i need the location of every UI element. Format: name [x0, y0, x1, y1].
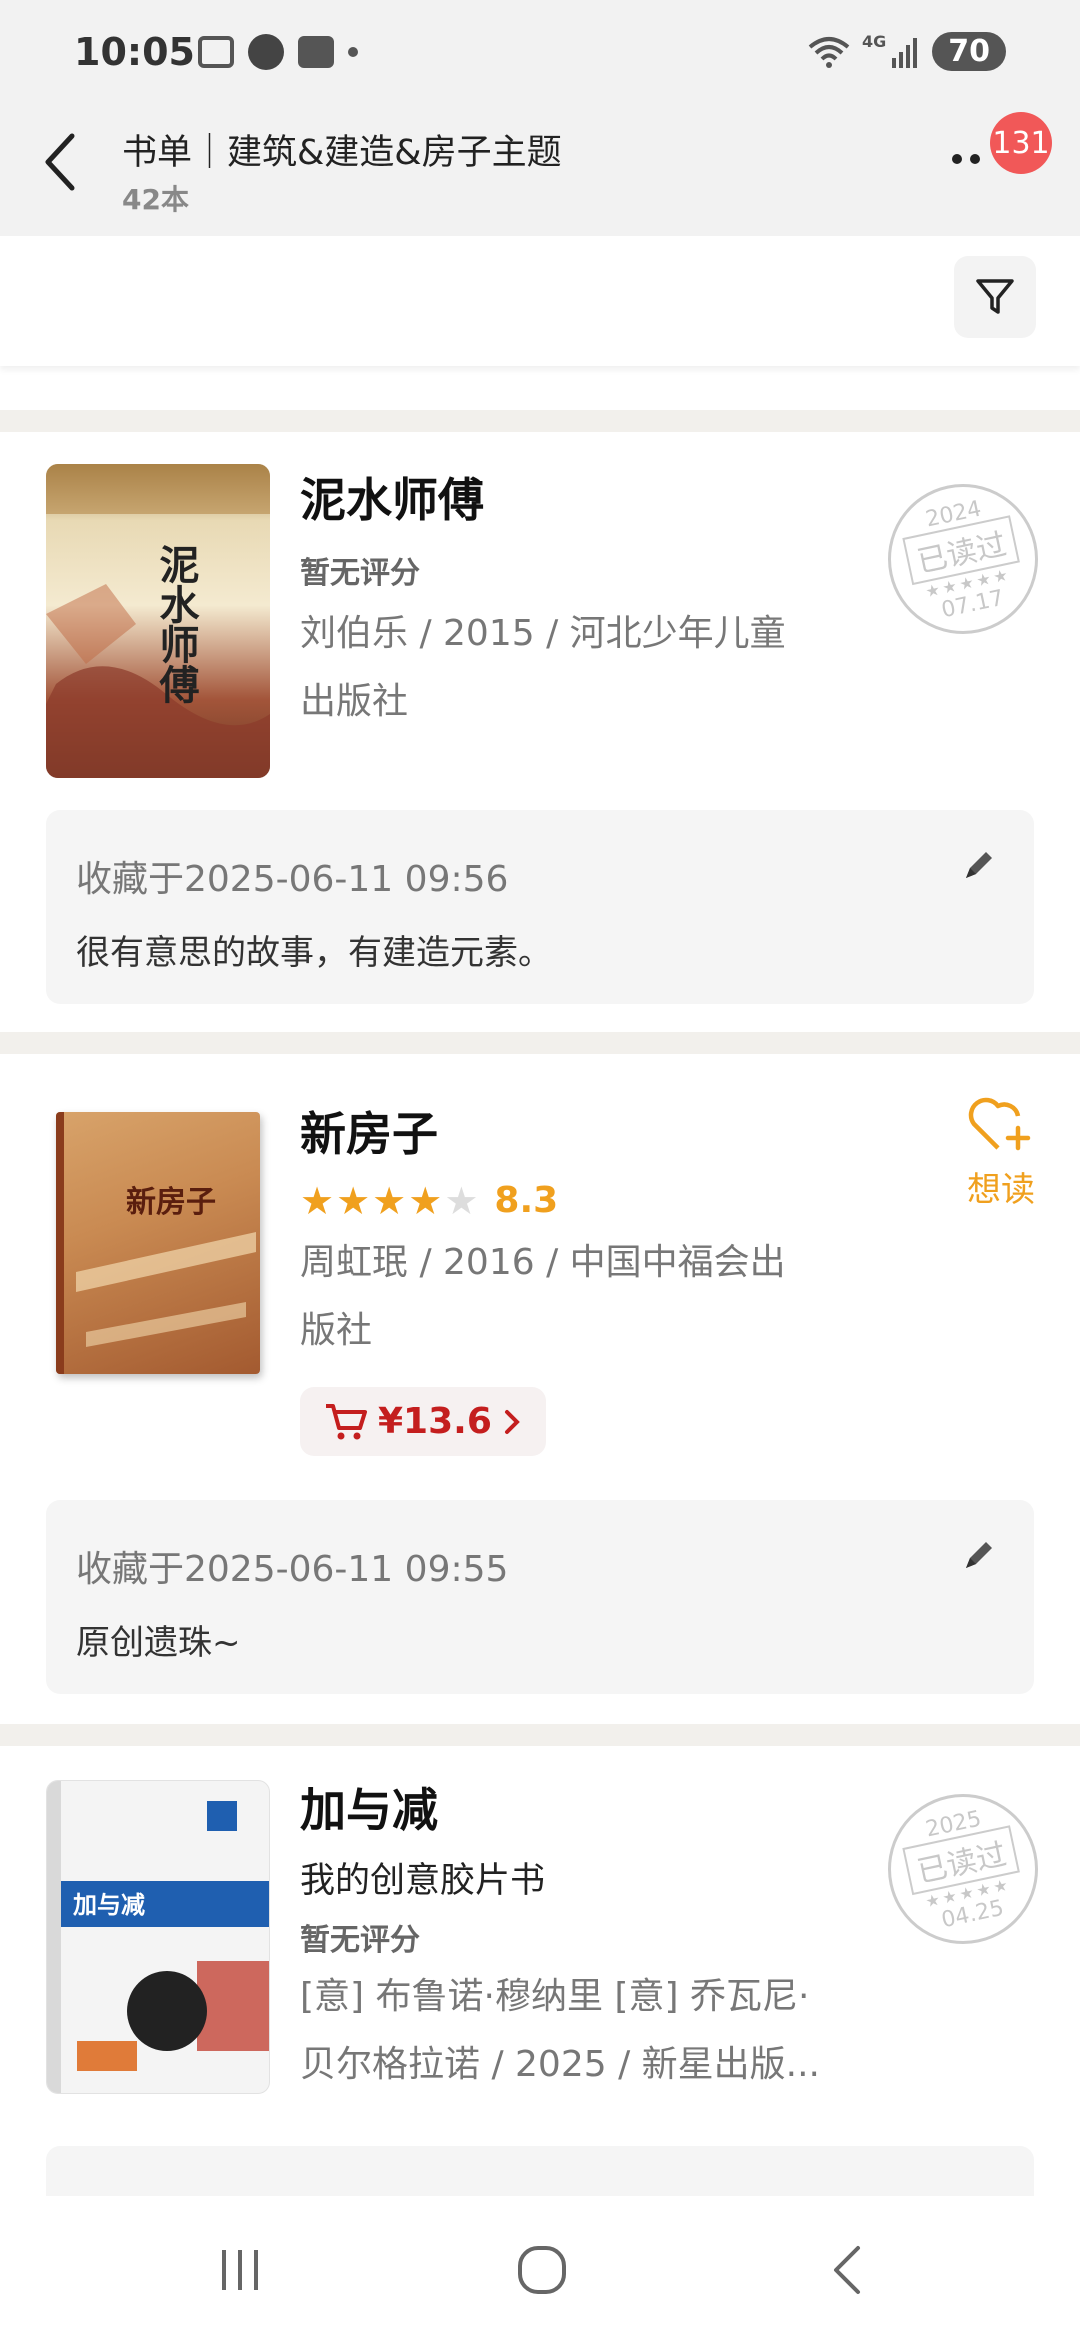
chevron-right-icon: [504, 1409, 520, 1434]
cover-illustration: 加与减: [47, 1781, 269, 2093]
more-dots-icon: [952, 154, 962, 164]
heart-plus-icon: [968, 1097, 1031, 1151]
book-title[interactable]: 泥水师傅: [300, 464, 910, 530]
rating-stars: ★ ★ ★ ★ ★ 8.3: [300, 1180, 910, 1221]
book-cover-image[interactable]: 新房子: [56, 1112, 260, 1374]
rating-text: 暂无评分: [300, 556, 420, 591]
rating-text: 暂无评分: [300, 1923, 420, 1958]
book-meta: 周虹珉 / 2016 / 中国中福会出 版社: [300, 1229, 910, 1365]
star-filled-icon: ★: [408, 1178, 443, 1223]
note-text: 原创遗珠~: [76, 1623, 241, 1663]
collection-note[interactable]: 收藏于2025-06-11 09:56 很有意思的故事，有建造元素。: [46, 810, 1034, 1004]
section-divider: [0, 1032, 1080, 1054]
star-filled-icon: ★: [300, 1178, 335, 1223]
edit-pencil-icon[interactable]: [958, 846, 998, 886]
note-text: 很有意思的故事，有建造元素。: [76, 933, 552, 973]
page-title: 书单｜建筑&建造&房子主题: [122, 133, 562, 173]
note-date: 收藏于2025-06-11 09:55: [76, 1549, 509, 1590]
section-divider: [0, 1724, 1080, 1746]
back-button[interactable]: [36, 126, 84, 198]
system-nav-bar: [0, 2196, 1080, 2340]
network-type-label: 4G: [861, 32, 887, 51]
book-meta: 刘伯乐 / 2015 / 河北少年儿童 出版社: [300, 600, 910, 736]
filter-bar: [0, 236, 1080, 366]
svg-text:加与减: 加与减: [73, 1891, 145, 1919]
screenshot-icon: [198, 36, 234, 68]
collection-note[interactable]: [46, 2146, 1034, 2196]
cover-illustration: 新房子: [56, 1112, 256, 1374]
folder-icon: [298, 36, 334, 68]
want-to-read-label: 想读: [967, 1170, 1035, 1210]
book-meta-line: 出版社: [300, 681, 409, 722]
book-meta-line: [意] 布鲁诺·穆纳里 [意] 乔瓦尼·: [300, 1976, 810, 2017]
recent-apps-icon[interactable]: [210, 2240, 270, 2300]
svg-text:泥水师傅: 泥水师傅: [153, 544, 201, 704]
book-cover-image[interactable]: 加与减: [46, 1780, 270, 2094]
want-to-read-button[interactable]: 想读: [966, 1094, 1036, 1211]
star-empty-icon: ★: [444, 1178, 479, 1223]
book-title[interactable]: 新房子: [300, 1098, 910, 1164]
status-bar: 10:05 4G 70: [0, 0, 1080, 110]
book-meta-line: 刘伯乐 / 2015 / 河北少年儿童: [300, 613, 786, 654]
note-date: 收藏于2025-06-11 09:56: [76, 859, 509, 900]
svg-text:新房子: 新房子: [126, 1185, 216, 1220]
section-divider: [0, 410, 1080, 432]
book-meta-line: 周虹珉 / 2016 / 中国中福会出: [300, 1242, 786, 1283]
collection-note[interactable]: 收藏于2025-06-11 09:55 原创遗珠~: [46, 1500, 1034, 1694]
more-notifications-icon: [348, 47, 358, 57]
notification-badge[interactable]: 131: [990, 112, 1052, 174]
rating-score: 8.3: [494, 1180, 559, 1221]
shopping-cart-icon: [326, 1403, 367, 1439]
star-filled-icon: ★: [372, 1178, 407, 1223]
book-meta: [意] 布鲁诺·穆纳里 [意] 乔瓦尼· 贝尔格拉诺 / 2025 / 新星出版…: [300, 1963, 910, 2099]
wifi-icon: [808, 36, 850, 68]
star-filled-icon: ★: [336, 1178, 371, 1223]
edit-pencil-icon[interactable]: [958, 1536, 998, 1576]
home-icon[interactable]: [512, 2240, 572, 2300]
signal-icon: [892, 37, 918, 68]
top-bar: 10:05 4G 70 书单｜建筑&建造&房子主题 42本 131: [0, 0, 1080, 236]
book-cover-image[interactable]: 泥水师傅: [46, 464, 270, 778]
battery-indicator: 70: [932, 32, 1006, 71]
book-card[interactable]: 泥水师傅 泥水师傅 暂无评分 刘伯乐 / 2015 / 河北少年儿童 出版社 2…: [0, 432, 1080, 1032]
book-card[interactable]: 新房子 新房子 ★ ★ ★ ★ ★ 8.3 周虹珉 / 2016 / 中国中福会…: [0, 1054, 1080, 1724]
chevron-left-icon: [45, 133, 75, 191]
filter-button[interactable]: [954, 256, 1036, 338]
book-title[interactable]: 加与减: [300, 1774, 910, 1840]
cover-illustration: 泥水师傅: [46, 464, 270, 778]
app-notification-icon: [248, 34, 284, 70]
more-button[interactable]: [952, 154, 980, 164]
price-label: ¥13.6: [378, 1401, 492, 1442]
book-count: 42本: [122, 183, 189, 216]
filter-icon: [976, 279, 1014, 314]
book-card[interactable]: 加与减 加与减 我的创意胶片书 暂无评分 [意] 布鲁诺·穆纳里 [意] 乔瓦尼…: [0, 1746, 1080, 2196]
buy-price-button[interactable]: ¥13.6: [300, 1387, 546, 1456]
book-meta-line: 版社: [300, 1310, 373, 1351]
book-meta-line: 贝尔格拉诺 / 2025 / 新星出版...: [300, 2044, 820, 2085]
back-nav-icon[interactable]: [818, 2240, 878, 2300]
status-time: 10:05: [74, 30, 195, 74]
book-subtitle: 我的创意胶片书: [300, 1861, 546, 1901]
